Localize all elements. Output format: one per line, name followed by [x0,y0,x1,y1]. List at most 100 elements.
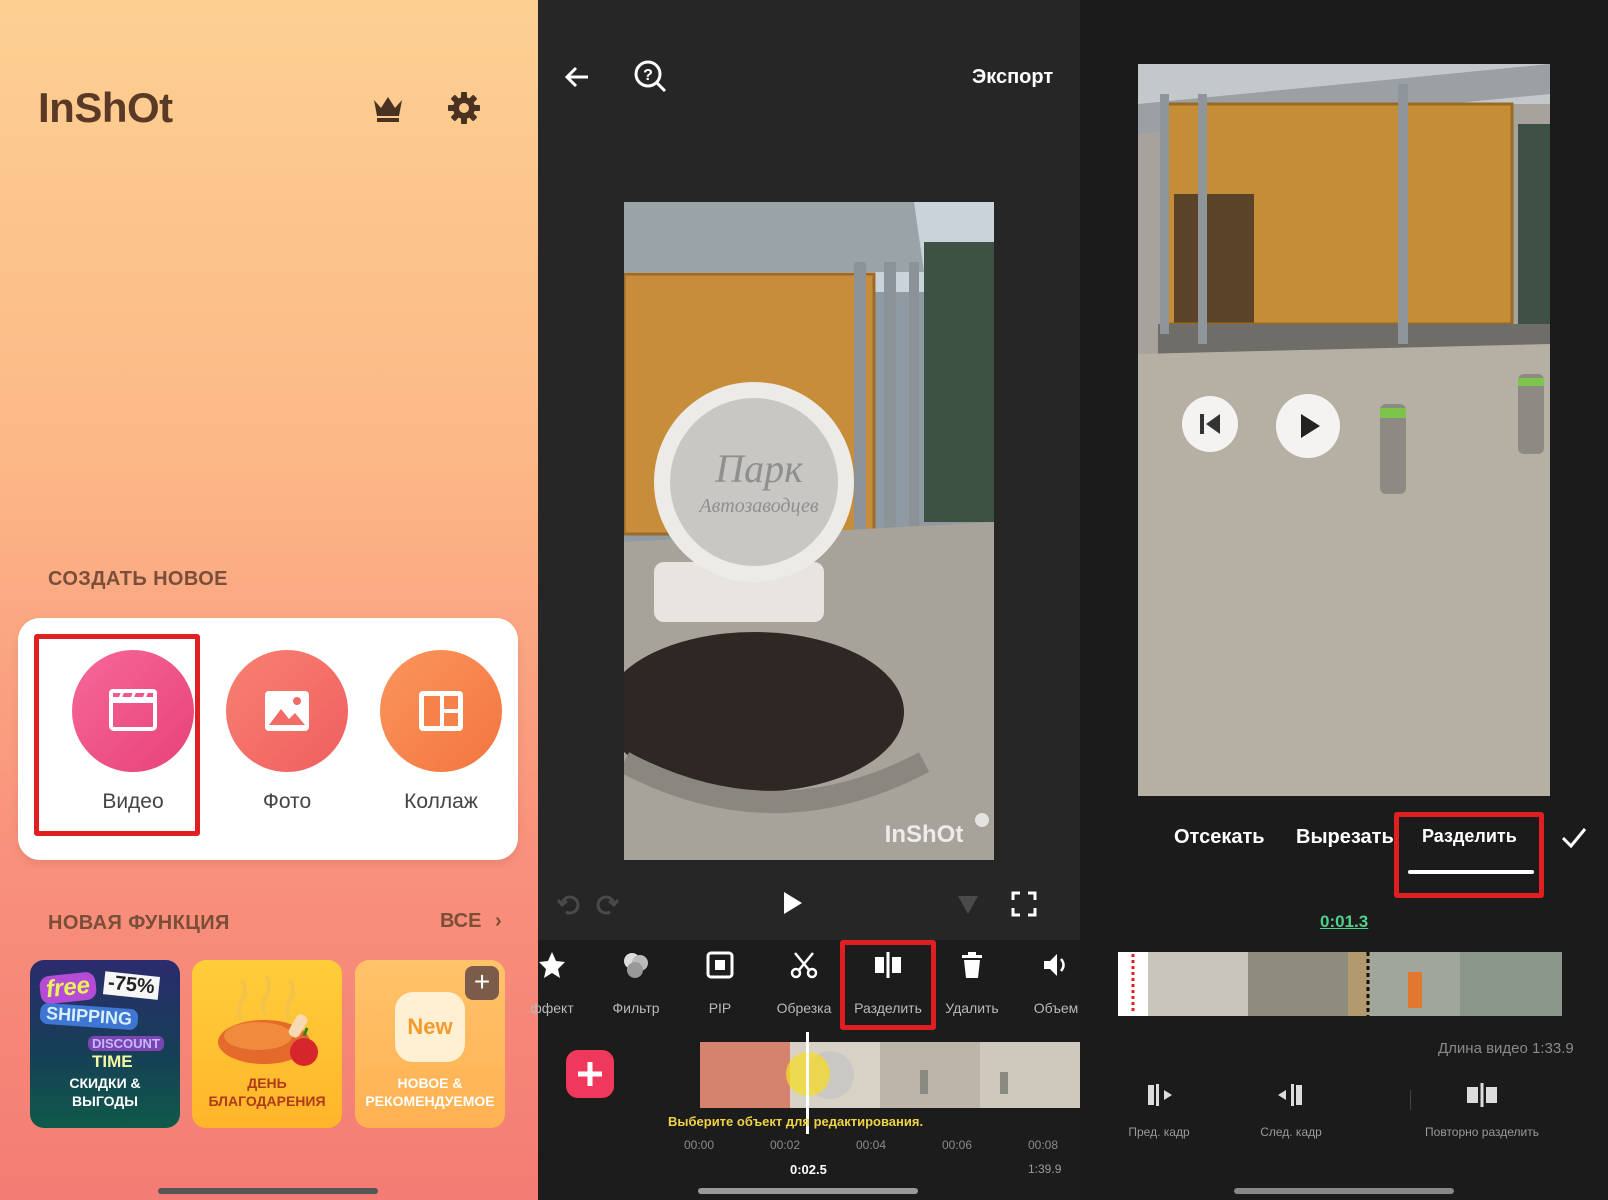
plus-icon [578,1062,602,1086]
star-icon [539,952,565,978]
badge-free: free [38,971,98,1005]
clapperboard-icon [109,689,157,731]
tool-divider [1410,1090,1411,1110]
feature-caption-2b: БЛАГОДАРЕНИЯ [208,1093,326,1109]
watermark-text: InShOt [885,821,964,848]
back-arrow-icon[interactable] [562,62,592,92]
resplit-label: Повторно разделить [1425,1125,1539,1139]
clip-timeline[interactable] [700,1042,1080,1108]
split-screen: Отсекать Вырезать Разделить 0:01.3 Длина… [1080,0,1608,1200]
clip-thumbnails [700,1042,1080,1108]
next-frame-button[interactable]: След. кадр [1246,1082,1336,1139]
next-frame-icon [1278,1084,1302,1106]
tool-pip-label: PIP [708,1000,732,1016]
prev-frame-icon [1148,1084,1172,1106]
create-collage-button[interactable]: Коллаж [376,650,506,814]
play-icon [1301,414,1320,438]
crown-icon[interactable] [370,90,406,126]
confirm-check-icon[interactable] [1560,824,1588,852]
split-icon [875,952,901,978]
image-icon [265,691,309,731]
total-time: 1:39.9 [1028,1162,1062,1176]
keyframe-icon[interactable] [956,892,984,918]
park-scene-image: Парк Автозаводцев InShOt [624,202,994,860]
see-all-link[interactable]: ВСЕ › [440,910,502,933]
feature-card-discounts[interactable]: free -75% SHIPPING DISCOUNT TIME СКИДКИ … [30,960,180,1128]
create-photo-label: Фото [262,790,312,813]
next-frame-label: След. кадр [1260,1125,1322,1139]
skip-start-button[interactable] [1182,396,1238,452]
create-video-label: Видео [102,790,164,813]
play-button[interactable] [1276,394,1340,458]
create-video-button[interactable]: Видео [68,650,198,814]
feature-section-title: НОВАЯ ФУНКЦИЯ [48,912,230,934]
badge-time: TIME [92,1052,133,1071]
select-object-hint: Выберите объект для редактирования. [668,1114,924,1129]
add-clip-button[interactable] [566,1050,614,1098]
tool-effect-label: ффект [530,1000,574,1016]
create-new-card: Видео Фото Коллаж [18,618,518,860]
scissors-icon [790,952,818,979]
badge-shipping: SHIPPING [39,1002,139,1031]
home-indicator [1234,1188,1454,1194]
split-timeline[interactable] [1118,952,1562,1016]
resplit-icon [1467,1083,1497,1107]
tool-delete-label: Удалить [945,1000,999,1016]
tool-row: ффект Фильтр PIP Обрезка Разделить Удали… [530,950,1080,1020]
split-time: 0:01.3 [1320,912,1369,931]
resplit-button[interactable]: Повторно разделить [1412,1082,1552,1139]
settings-gear-icon[interactable] [446,90,482,126]
video-preview[interactable]: Парк Автозаводцев InShOt [624,202,994,860]
split-thumbnails [1118,952,1562,1016]
feature-card-new[interactable]: + New НОВОЕ & РЕКОМЕНДУЕМОЕ [355,960,505,1128]
pip-icon [706,951,734,979]
sign-text-1: Парк [714,446,803,491]
create-photo-button[interactable]: Фото [222,650,352,814]
filter-icon [624,953,648,978]
redo-icon[interactable] [594,892,620,918]
new-badge: New [395,992,465,1062]
tab-cut[interactable]: Вырезать [1296,826,1394,849]
ruler-label-1: 00:02 [770,1138,801,1152]
help-search-icon[interactable]: ? [632,58,668,94]
ruler-label-3: 00:06 [942,1138,973,1152]
home-screen: InShOt СОЗДАТЬ НОВОЕ Видео Фото Коллаж Н… [0,0,538,1200]
home-indicator [158,1188,378,1194]
badge-discount: -75% [102,971,160,1000]
collage-icon [419,691,463,731]
create-collage-label: Коллаж [404,790,478,813]
tool-filter-label: Фильтр [612,1000,660,1016]
tab-split[interactable]: Разделить [1422,826,1517,847]
current-time: 0:02.5 [790,1162,827,1177]
play-icon[interactable] [780,890,804,916]
svg-text:?: ? [643,67,653,84]
plus-corner-icon: + [465,966,499,1000]
ruler-label-0: 00:00 [684,1138,715,1152]
roast-turkey-icon [218,974,318,1066]
feature-caption-1a: СКИДКИ & [69,1075,141,1091]
feature-caption-3a: НОВОЕ & [397,1075,463,1091]
undo-icon[interactable] [556,892,582,918]
skip-back-icon [1200,414,1220,434]
badge-discount-label: DISCOUNT [88,1036,164,1051]
prev-frame-label: Пред. кадр [1128,1125,1190,1139]
chevron-right-icon: › [495,910,502,932]
tool-split-label: Разделить [854,1000,922,1016]
fullscreen-icon[interactable] [1010,890,1038,918]
export-button[interactable]: Экспорт [972,66,1053,89]
highlight-split-tab [1394,812,1544,898]
editor-screen: ? Экспорт Парк Автозаводцев InShOt ффект… [530,0,1080,1200]
prev-frame-button[interactable]: Пред. кадр [1114,1082,1204,1139]
feature-caption-2a: ДЕНЬ [247,1075,287,1091]
feature-caption-1b: ВЫГОДЫ [72,1093,138,1109]
tool-trim-label: Обрезка [776,1000,832,1016]
trash-icon [962,952,982,978]
tab-trim[interactable]: Отсекать [1174,826,1265,849]
ruler-label-4: 00:08 [1028,1138,1059,1152]
feature-card-thanksgiving[interactable]: ДЕНЬ БЛАГОДАРЕНИЯ [192,960,342,1128]
new-badge-text: New [407,1014,453,1039]
home-indicator [698,1188,918,1194]
app-logo: InShOt [38,84,173,131]
volume-icon [1044,954,1065,976]
ruler-label-2: 00:04 [856,1138,887,1152]
